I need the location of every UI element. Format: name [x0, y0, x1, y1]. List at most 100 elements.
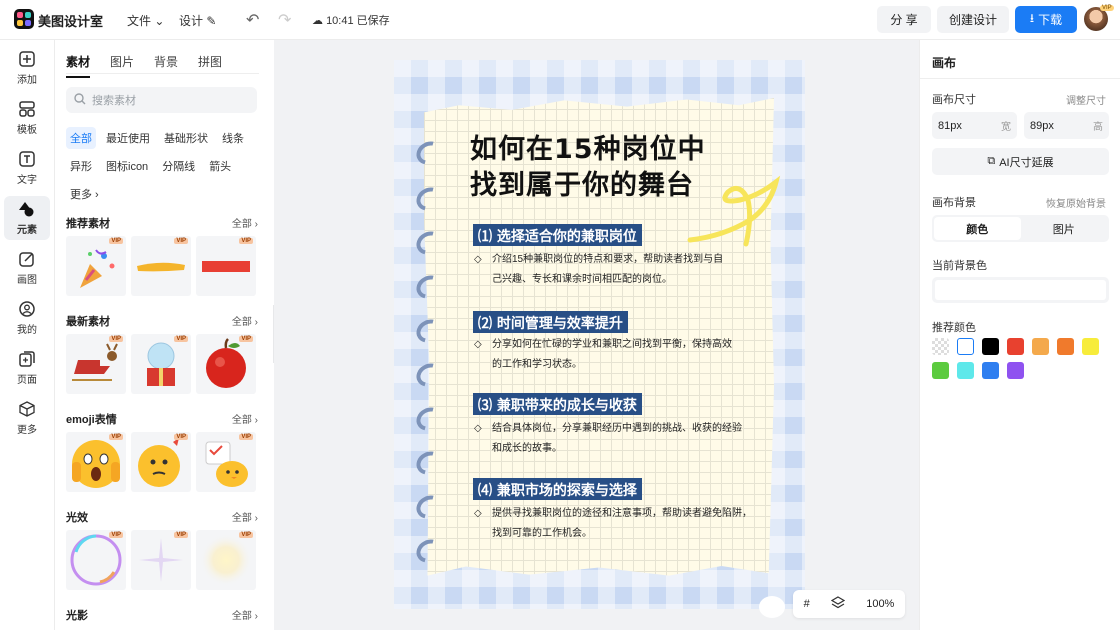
chip-arrows[interactable]: 箭头 [205, 155, 235, 177]
color-swatch[interactable] [932, 362, 949, 379]
color-swatch[interactable] [957, 338, 974, 355]
color-swatch[interactable] [957, 362, 974, 379]
scared-emoji[interactable]: VIP [66, 432, 126, 492]
thinking-emoji[interactable]: VIP [131, 432, 191, 492]
section-desc-3[interactable]: 结合具体岗位，分享兼职经历中遇到的挑战、收获的经验和成长的故事。 [474, 419, 764, 459]
section-heading-4[interactable]: ⑷ 兼职市场的探索与选择 [473, 478, 642, 500]
grid-icon[interactable]: # [804, 598, 810, 610]
section-heading-3[interactable]: ⑶ 兼职带来的成长与收获 [473, 393, 642, 415]
poster-canvas[interactable]: 如何在15种岗位中 找到属于你的舞台 ⑴ 选择适合你的兼职岗位 介绍15种兼职岗… [394, 60, 805, 609]
ai-extend-button[interactable]: ⧉ AI尺寸延展 [932, 148, 1109, 175]
see-all-link[interactable]: 全部 › [232, 411, 258, 427]
restore-bg-link[interactable]: 恢复原始背景 [1046, 195, 1106, 210]
see-all-link[interactable]: 全部 › [232, 509, 258, 525]
tab-divider [66, 73, 259, 74]
color-swatch[interactable] [1007, 362, 1024, 379]
pencil-icon [18, 250, 36, 268]
tab-images[interactable]: 图片 [110, 53, 134, 78]
section-title: emoji表情 [66, 414, 117, 426]
tab-materials[interactable]: 素材 [66, 53, 91, 78]
snow-globe-gift-sticker[interactable]: VIP [131, 334, 191, 394]
section-heading-2[interactable]: ⑵ 时间管理与效率提升 [473, 311, 628, 333]
chip-basic-shapes[interactable]: 基础形状 [160, 127, 212, 149]
rail-item-draw[interactable]: 画图 [4, 246, 50, 290]
party-popper-sticker[interactable]: VIP [66, 236, 126, 296]
color-swatch[interactable] [932, 338, 949, 355]
file-menu[interactable]: 文件 ⌄ [127, 12, 164, 29]
apple-sticker[interactable]: VIP [196, 334, 256, 394]
rail-item-mine[interactable]: 我的 [4, 296, 50, 340]
undo-icon[interactable]: ↶ [246, 10, 259, 30]
sparkle-effect[interactable]: VIP [131, 530, 191, 590]
section-desc-4[interactable]: 提供寻找兼职岗位的途径和注意事项，帮助读者避免陷阱， 找到可靠的工作机会。 [474, 504, 764, 544]
section-light-effects: 光效 全部 › [66, 509, 258, 525]
recommend-colors-label: 推荐颜色 [932, 322, 976, 334]
height-field[interactable]: 89px 高 [1024, 112, 1109, 139]
poster-title-line: 找到属于你的舞台 [470, 170, 694, 201]
download-button[interactable]: ⭳ 下载 [1015, 6, 1077, 33]
vip-badge: VIP [109, 336, 123, 342]
glow-effect[interactable]: VIP [196, 530, 256, 590]
see-all-link[interactable]: 全部 › [232, 607, 258, 623]
chip-recent[interactable]: 最近使用 [102, 127, 154, 149]
see-all-link[interactable]: 全部 › [232, 313, 258, 329]
rail-item-more[interactable]: 更多 [4, 396, 50, 440]
color-swatch[interactable] [1007, 338, 1024, 355]
bubble-ring-effect[interactable]: VIP [66, 530, 126, 590]
adjust-size-link[interactable]: 调整尺寸 [1066, 92, 1106, 107]
left-rail: 添加 模板 文字 元素 画图 我的 页面 更多 [0, 40, 55, 630]
rail-item-add[interactable]: 添加 [4, 46, 50, 90]
design-menu[interactable]: 设计 ✎ [179, 12, 216, 29]
download-icon: ⭳ [1029, 11, 1035, 25]
redo-icon[interactable]: ↷ [278, 10, 291, 30]
rail-item-elements[interactable]: 元素 [4, 196, 50, 240]
vip-badge: VIP [109, 434, 123, 440]
section-desc-2[interactable]: 分享如何在忙碌的学业和兼职之间找到平衡，保持高效的工作和学习状态。 [474, 335, 764, 375]
section-heading-1[interactable]: ⑴ 选择适合你的兼职岗位 [473, 224, 642, 246]
thumb-row: VIP VIP VIP [66, 236, 258, 296]
poster-title[interactable]: 如何在15种岗位中 找到属于你的舞台 [470, 132, 706, 204]
zoom-level[interactable]: 100% [866, 598, 894, 610]
chip-irregular[interactable]: 异形 [66, 155, 96, 177]
vip-badge: VIP [109, 238, 123, 244]
layers-icon[interactable] [830, 595, 846, 613]
color-swatch[interactable] [982, 338, 999, 355]
tab-backgrounds[interactable]: 背景 [154, 53, 178, 78]
current-bg-color-field[interactable] [932, 277, 1109, 303]
color-swatch[interactable] [1057, 338, 1074, 355]
file-menu-label: 文件 [127, 14, 152, 28]
chip-more[interactable]: 更多 › [66, 183, 103, 205]
rail-item-pages[interactable]: 页面 [4, 346, 50, 390]
help-bubble[interactable] [759, 596, 785, 618]
search-input[interactable]: 搜索素材 [66, 87, 257, 113]
properties-panel: 画布 画布尺寸 调整尺寸 81px 宽 89px 高 ⧉ AI尺寸延展 画布背景 恢复… [919, 40, 1120, 630]
app-logo-icon [14, 9, 34, 29]
tab-collage[interactable]: 拼图 [198, 53, 222, 78]
color-swatch[interactable] [1082, 338, 1099, 355]
desc-line: 找到可靠的工作机会。 [492, 528, 592, 539]
red-bar-shape[interactable]: VIP [196, 236, 256, 296]
vip-badge: VIP [239, 532, 253, 538]
chip-icons[interactable]: 图标icon [102, 155, 152, 177]
rail-item-text[interactable]: 文字 [4, 146, 50, 190]
sleigh-sticker[interactable]: VIP [66, 334, 126, 394]
save-status-text: 10:41 已保存 [326, 15, 390, 27]
see-all-link[interactable]: 全部 › [232, 215, 258, 231]
share-button[interactable]: 分 享 [877, 6, 931, 33]
chip-all[interactable]: 全部 [66, 127, 96, 149]
section-desc-1[interactable]: 介绍15种兼职岗位的特点和要求，帮助读者找到与自己兴趣、专长和课余时间相匹配的岗… [474, 250, 764, 290]
seg-image[interactable]: 图片 [1021, 217, 1108, 240]
section-title: 光影 [66, 610, 88, 622]
yellow-brush-stroke[interactable]: VIP [131, 236, 191, 296]
desc-line: 介绍15种兼职岗位的特点和要求，帮助读者找到与自 [492, 254, 724, 265]
chip-dividers[interactable]: 分隔线 [158, 155, 199, 177]
rail-item-template[interactable]: 模板 [4, 96, 50, 140]
seg-color[interactable]: 颜色 [934, 217, 1021, 240]
create-design-button[interactable]: 创建设计 [937, 6, 1009, 33]
rail-item-label: 画图 [17, 275, 37, 286]
chick-checklist-emoji[interactable]: VIP [196, 432, 256, 492]
color-swatch[interactable] [982, 362, 999, 379]
width-field[interactable]: 81px 宽 [932, 112, 1017, 139]
chip-lines[interactable]: 线条 [218, 127, 248, 149]
color-swatch[interactable] [1032, 338, 1049, 355]
